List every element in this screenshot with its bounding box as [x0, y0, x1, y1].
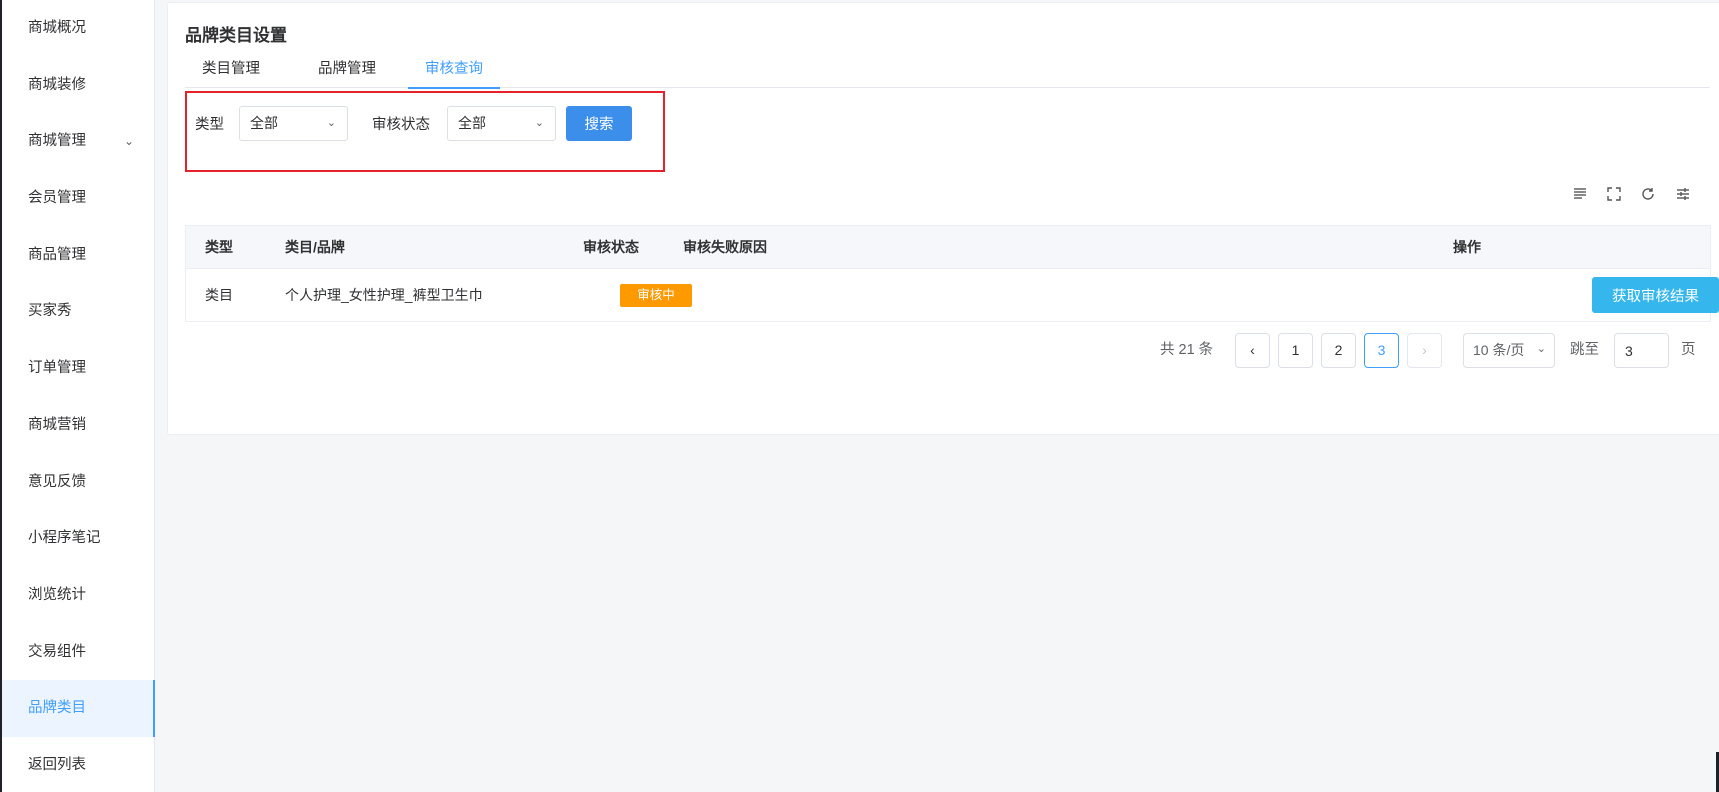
type-select[interactable]: 全部 ⌄ — [239, 106, 348, 141]
chevron-down-icon: ⌄ — [1536, 343, 1546, 355]
table-header: 类型 类目/品牌 审核状态 审核失败原因 操作 — [186, 226, 1710, 269]
sidebar-item-back-to-list[interactable]: 返回列表 — [2, 737, 154, 792]
sidebar-item-product-management[interactable]: 商品管理 — [2, 227, 154, 284]
sidebar-item-brand-category[interactable]: 品牌类目 — [2, 680, 155, 737]
tab-category-management[interactable]: 类目管理 — [202, 57, 260, 88]
density-icon[interactable] — [1570, 187, 1590, 207]
type-filter-label: 类型 — [195, 117, 224, 133]
chevron-left-icon: ‹ — [1250, 342, 1255, 358]
sidebar-item-label: 浏览统计 — [28, 586, 86, 603]
chevron-down-icon: ⌄ — [124, 134, 135, 149]
column-header-audit-status: 审核状态 — [583, 239, 639, 255]
status-badge: 审核中 — [620, 284, 692, 307]
cell-type: 类目 — [205, 287, 233, 303]
sidebar-item-browse-stats[interactable]: 浏览统计 — [2, 567, 154, 624]
sidebar-item-label: 商城营销 — [28, 416, 86, 433]
status-select[interactable]: 全部 ⌄ — [447, 106, 556, 141]
page-size-select[interactable]: 10 条/页 ⌄ — [1463, 333, 1555, 368]
page-size-value: 10 条/页 — [1473, 342, 1525, 358]
sidebar-item-label: 意见反馈 — [28, 473, 86, 490]
sidebar-item-mall-overview[interactable]: 商城概况 — [2, 0, 154, 57]
prev-page-button[interactable]: ‹ — [1235, 333, 1270, 368]
sidebar-item-mall-decoration[interactable]: 商城装修 — [2, 57, 154, 114]
sidebar-item-label: 返回列表 — [28, 756, 86, 773]
page-suffix-label: 页 — [1681, 342, 1696, 358]
sidebar-item-label: 商城概况 — [28, 20, 86, 36]
sidebar-item-label: 订单管理 — [28, 360, 86, 377]
chevron-right-icon: › — [1422, 342, 1427, 358]
status-select-value: 全部 — [458, 115, 486, 131]
sidebar-item-label: 品牌类目 — [28, 700, 86, 717]
column-header-actions: 操作 — [1453, 239, 1481, 255]
cell-category-brand: 个人护理_女性护理_裤型卫生巾 — [285, 287, 483, 303]
sidebar-item-label: 商城管理 — [28, 133, 86, 150]
table-row: 类目 个人护理_女性护理_裤型卫生巾 审核中 获取审核结果 — [186, 269, 1719, 321]
sidebar-item-mall-management[interactable]: 商城管理 ⌄ — [2, 113, 154, 170]
sidebar-item-order-management[interactable]: 订单管理 — [2, 340, 154, 397]
tab-bar: 类目管理 品牌管理 审核查询 — [185, 57, 1710, 89]
fullscreen-icon[interactable] — [1604, 187, 1624, 207]
chevron-down-icon: ⌄ — [534, 117, 544, 129]
page-button-3[interactable]: 3 — [1364, 333, 1399, 368]
page-title: 品牌类目设置 — [185, 26, 287, 45]
get-audit-result-button[interactable]: 获取审核结果 — [1592, 277, 1719, 313]
pagination-total: 共 21 条 — [1160, 342, 1214, 358]
page-button-2[interactable]: 2 — [1321, 333, 1356, 368]
sidebar-item-member-management[interactable]: 会员管理 — [2, 170, 154, 227]
audit-table: 类型 类目/品牌 审核状态 审核失败原因 操作 类目 个人护理_女性护理_裤型卫… — [185, 225, 1719, 322]
status-filter-label: 审核状态 — [372, 117, 430, 133]
sidebar-item-buyer-show[interactable]: 买家秀 — [2, 283, 154, 340]
refresh-icon[interactable] — [1638, 187, 1658, 207]
next-page-button[interactable]: › — [1407, 333, 1442, 368]
sidebar-item-label: 商品管理 — [28, 246, 86, 263]
sidebar-item-miniprogram-notes[interactable]: 小程序笔记 — [2, 510, 154, 567]
sidebar: 商城概况 商城装修 商城管理 ⌄ 会员管理 商品管理 买家秀 订单管理 商城营销 … — [2, 0, 155, 792]
main-card: 品牌类目设置 类目管理 品牌管理 审核查询 类型 全部 ⌄ 审核状态 全部 ⌄ … — [167, 2, 1719, 435]
column-header-category-brand: 类目/品牌 — [285, 239, 345, 255]
chevron-down-icon: ⌄ — [326, 117, 336, 129]
sidebar-item-label: 买家秀 — [28, 303, 72, 320]
sidebar-item-feedback[interactable]: 意见反馈 — [2, 454, 154, 511]
column-header-type: 类型 — [205, 239, 233, 255]
column-settings-icon[interactable] — [1673, 187, 1693, 207]
sidebar-item-label: 交易组件 — [28, 643, 86, 660]
sidebar-item-mall-marketing[interactable]: 商城营销 — [2, 397, 154, 454]
jump-page-input[interactable] — [1614, 333, 1669, 368]
tab-brand-management[interactable]: 品牌管理 — [318, 57, 376, 88]
column-header-failure-reason: 审核失败原因 — [683, 239, 767, 255]
search-button[interactable]: 搜索 — [566, 106, 632, 141]
sidebar-item-label: 会员管理 — [28, 190, 86, 207]
page-button-1[interactable]: 1 — [1278, 333, 1313, 368]
jump-to-label: 跳至 — [1570, 342, 1599, 358]
sidebar-item-label: 小程序笔记 — [28, 530, 101, 547]
sidebar-item-trade-component[interactable]: 交易组件 — [2, 624, 154, 681]
tab-audit-query[interactable]: 审核查询 — [408, 57, 500, 89]
type-select-value: 全部 — [250, 115, 278, 131]
sidebar-item-label: 商城装修 — [28, 76, 86, 93]
